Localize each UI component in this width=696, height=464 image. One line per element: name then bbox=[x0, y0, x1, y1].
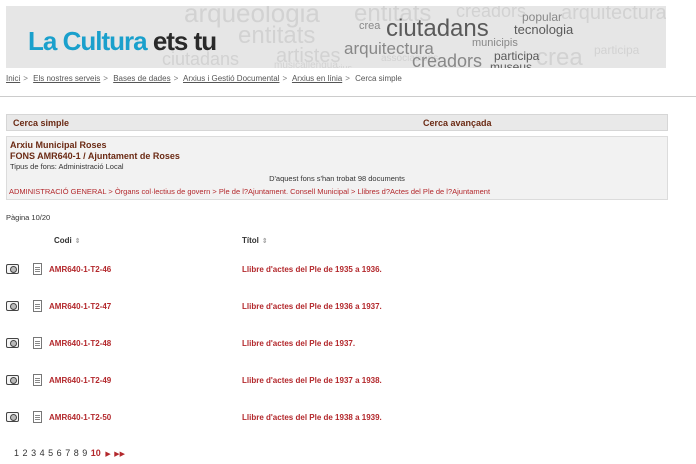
classification-path-item[interactable]: Ple de l?Ajuntament. Consell Municipal bbox=[219, 187, 349, 196]
record-title-link[interactable]: Llibre d'actes del Ple de 1937. bbox=[242, 339, 355, 348]
record-title-link[interactable]: Llibre d'actes del Ple de 1937 a 1938. bbox=[242, 376, 382, 385]
search-tabs: Cerca simple Cerca avançada bbox=[6, 114, 668, 131]
archive-name: Arxiu Municipal Roses bbox=[10, 140, 107, 150]
fonds-info-panel: Arxiu Municipal Roses FONS AMR640-1 / Aj… bbox=[6, 136, 668, 200]
table-row: AMR640-1-T2-50 Llibre d'actes del Ple de… bbox=[0, 410, 696, 424]
banner-word: crea bbox=[359, 20, 381, 32]
column-header-title[interactable]: Títol ⇕ bbox=[242, 236, 268, 245]
document-icon[interactable] bbox=[33, 263, 42, 275]
document-icon[interactable] bbox=[33, 411, 42, 423]
tab-advanced-search[interactable]: Cerca avançada bbox=[423, 118, 492, 128]
record-title-link[interactable]: Llibre d'actes del Ple de 1935 a 1936. bbox=[242, 265, 382, 274]
column-header-label: Codi bbox=[54, 236, 72, 245]
banner-word: municipis bbox=[472, 37, 518, 49]
document-icon[interactable] bbox=[33, 300, 42, 312]
column-header-label: Títol bbox=[242, 236, 259, 245]
breadcrumb: Inici > Els nostres serveis > Bases de dad… bbox=[6, 74, 402, 83]
record-code-link[interactable]: AMR640-1-T2-49 bbox=[49, 376, 111, 385]
breadcrumb-archives[interactable]: Arxius i Gestió Documental bbox=[183, 74, 279, 83]
banner-word: tecnologia bbox=[514, 22, 574, 37]
breadcrumb-current: Cerca simple bbox=[355, 74, 402, 83]
table-row: AMR640-1-T2-49 Llibre d'actes del Ple de… bbox=[0, 373, 696, 387]
last-page-icon[interactable]: ▶▶ bbox=[114, 451, 125, 458]
camera-icon[interactable] bbox=[6, 375, 19, 385]
page-link-current: 10 bbox=[90, 448, 101, 458]
banner-word: museus bbox=[490, 60, 533, 68]
tab-simple-search[interactable]: Cerca simple bbox=[13, 118, 69, 128]
camera-icon[interactable] bbox=[6, 338, 19, 348]
sort-icon[interactable]: ⇕ bbox=[262, 238, 268, 245]
page-link[interactable]: 6 bbox=[57, 448, 62, 458]
banner-word: creadors bbox=[412, 51, 483, 68]
record-code-link[interactable]: AMR640-1-T2-47 bbox=[49, 302, 111, 311]
page-link[interactable]: 4 bbox=[40, 448, 45, 458]
site-logo[interactable]: La Cultura ets tu bbox=[28, 26, 217, 56]
banner-word: participa bbox=[594, 43, 640, 57]
sort-icon[interactable]: ⇕ bbox=[75, 238, 81, 245]
record-title-link[interactable]: Llibre d'actes del Ple de 1938 a 1939. bbox=[242, 413, 382, 422]
page-link[interactable]: 5 bbox=[48, 448, 53, 458]
banner-word: arquitectura bbox=[561, 6, 666, 24]
camera-icon[interactable] bbox=[6, 412, 19, 422]
classification-path-item[interactable]: Llibres d?Actes del Ple de l?Ajuntament bbox=[357, 187, 490, 196]
record-code-link[interactable]: AMR640-1-T2-50 bbox=[49, 413, 111, 422]
classification-path: ADMINISTRACIÓ GENERAL > Òrgans col·lecti… bbox=[9, 187, 491, 196]
document-icon[interactable] bbox=[33, 337, 42, 349]
breadcrumb-services[interactable]: Els nostres serveis bbox=[33, 74, 100, 83]
classification-path-item[interactable]: ADMINISTRACIÓ GENERAL bbox=[9, 187, 106, 196]
table-row: AMR640-1-T2-48 Llibre d'actes del Ple de… bbox=[0, 336, 696, 350]
banner-word: musicallengua bbox=[274, 60, 338, 69]
fonds-type: Tipus de fons: Administració Local bbox=[10, 162, 124, 171]
camera-icon[interactable] bbox=[6, 264, 19, 274]
page-link[interactable]: 2 bbox=[23, 448, 28, 458]
page-link[interactable]: 3 bbox=[31, 448, 36, 458]
page-link[interactable]: 8 bbox=[74, 448, 79, 458]
column-header-code[interactable]: Codi ⇕ bbox=[54, 236, 81, 245]
breadcrumb-separator: > bbox=[103, 74, 108, 83]
breadcrumb-home[interactable]: Inici bbox=[6, 74, 20, 83]
document-icon[interactable] bbox=[33, 374, 42, 386]
logo-text-secondary: ets tu bbox=[152, 26, 217, 56]
page-indicator: Pàgina 10/20 bbox=[6, 213, 51, 222]
record-title-link[interactable]: Llibre d'actes del Ple de 1936 a 1937. bbox=[242, 302, 382, 311]
breadcrumb-separator: > bbox=[173, 74, 179, 83]
banner-word: crea bbox=[536, 44, 583, 69]
header-banner: arqueologia entitats creadors arquitectu… bbox=[6, 6, 666, 68]
classification-path-item[interactable]: Òrgans col·lectius de govern bbox=[115, 187, 210, 196]
pagination: 1 2 3 4 5 6 7 8 9 10 ▶ ▶▶ bbox=[14, 448, 125, 458]
next-page-icon[interactable]: ▶ bbox=[105, 451, 110, 458]
camera-icon[interactable] bbox=[6, 301, 19, 311]
record-code-link[interactable]: AMR640-1-T2-46 bbox=[49, 265, 111, 274]
breadcrumb-separator: > bbox=[23, 74, 28, 83]
page-link[interactable]: 1 bbox=[14, 448, 19, 458]
fonds-title: FONS AMR640-1 / Ajuntament de Roses bbox=[10, 151, 180, 161]
record-code-link[interactable]: AMR640-1-T2-48 bbox=[49, 339, 111, 348]
breadcrumb-databases[interactable]: Bases de dades bbox=[113, 74, 170, 83]
breadcrumb-online-archives[interactable]: Arxius en línia bbox=[292, 74, 342, 83]
table-row: AMR640-1-T2-46 Llibre d'actes del Ple de… bbox=[0, 262, 696, 276]
table-row: AMR640-1-T2-47 Llibre d'actes del Ple de… bbox=[0, 299, 696, 313]
page-link[interactable]: 9 bbox=[82, 448, 87, 458]
banner-word: xius bbox=[336, 63, 353, 69]
page-link[interactable]: 7 bbox=[65, 448, 70, 458]
divider bbox=[0, 96, 696, 97]
logo-text-primary: La Cultura bbox=[28, 26, 148, 56]
documents-found-count: D'aquest fons s'han trobat 98 documents bbox=[269, 174, 405, 183]
breadcrumb-separator: > bbox=[282, 74, 288, 83]
breadcrumb-separator: > bbox=[345, 74, 350, 83]
